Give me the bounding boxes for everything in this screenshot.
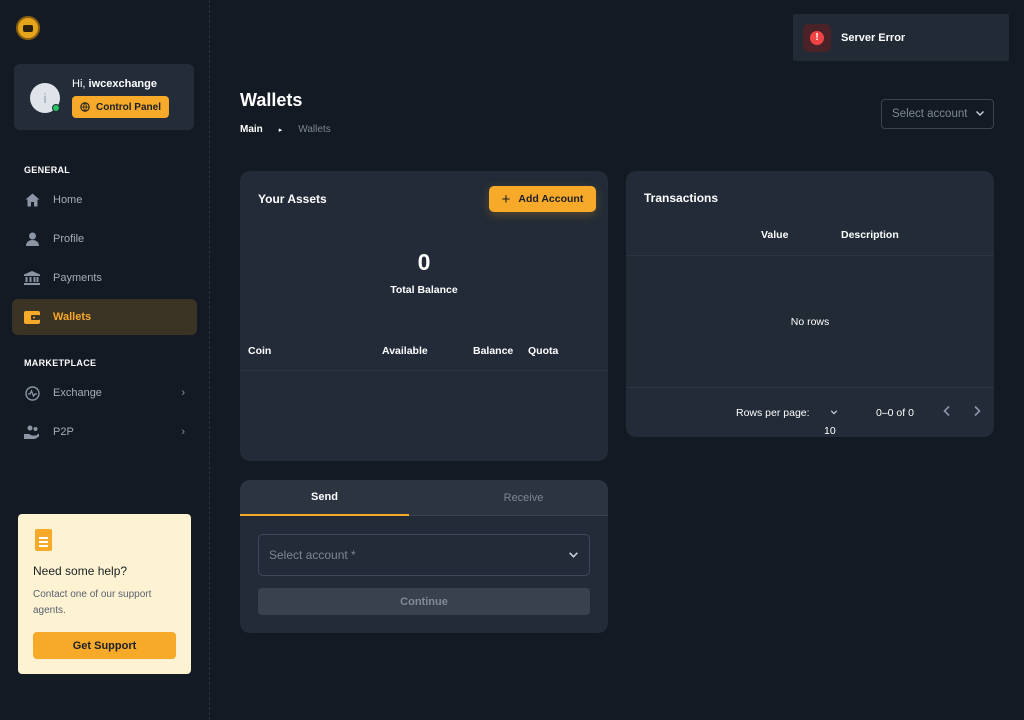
chevron-down-icon — [975, 108, 985, 121]
column-header[interactable]: Description — [841, 229, 899, 241]
sidebar-item-label: Payments — [53, 272, 102, 284]
document-icon — [35, 529, 52, 551]
plus-icon: + — [501, 190, 511, 208]
page-title: Wallets — [240, 90, 303, 110]
transactions-title: Transactions — [644, 191, 719, 205]
error-glyph: ! — [810, 30, 824, 45]
wallet-icon — [24, 309, 40, 325]
empty-text: No rows — [790, 315, 830, 328]
previous-page-icon[interactable] — [942, 405, 952, 420]
tab-send[interactable]: Send — [240, 480, 409, 516]
logo-icon[interactable] — [16, 16, 40, 40]
sidebar-item-wallets[interactable]: Wallets — [12, 299, 197, 335]
bank-icon — [24, 270, 40, 286]
breadcrumb-separator-icon: ▸ — [278, 126, 283, 134]
help-text: Contact one of our support agents. — [33, 589, 152, 616]
page-range: 0–0 of 0 — [876, 407, 914, 419]
sidebar-item-p2p[interactable]: P2P › — [12, 414, 197, 450]
total-balance-label: Total Balance — [390, 284, 458, 296]
rows-per-page-select[interactable]: 10 — [824, 407, 838, 437]
send-receive-tabs: Send Receive — [240, 480, 608, 516]
sidebar-item-home[interactable]: Home — [12, 182, 197, 218]
add-account-button[interactable]: + Add Account — [489, 186, 596, 212]
user-icon — [24, 231, 40, 247]
assets-table-header: Coin Available Balance Quota — [240, 343, 608, 371]
user-card: i Hi, iwcexchange Control Panel — [14, 64, 194, 130]
sidebar-item-label: P2P — [53, 426, 74, 438]
chevron-right-icon: › — [181, 426, 185, 438]
send-account-placeholder: Select account * — [269, 548, 356, 562]
transactions-empty-state: No rows — [626, 256, 994, 388]
tab-receive[interactable]: Receive — [439, 480, 608, 516]
total-balance-value: 0 — [417, 249, 431, 275]
sidebar-item-label: Wallets — [53, 311, 92, 323]
sidebar-item-label: Profile — [53, 233, 85, 245]
control-panel-button[interactable]: Control Panel — [72, 96, 169, 118]
rows-per-page-label: Rows per page: — [736, 407, 810, 419]
breadcrumb-current: Wallets — [298, 124, 331, 135]
control-panel-label: Control Panel — [95, 101, 161, 113]
user-greeting: Hi, iwcexchange — [72, 78, 157, 90]
account-select[interactable]: Select account — [881, 99, 994, 129]
sidebar: i Hi, iwcexchange Control Panel GENERAL … — [0, 0, 210, 720]
chevron-down-icon — [830, 410, 838, 415]
assets-title: Your Assets — [258, 192, 327, 206]
column-header[interactable]: Quota — [528, 345, 558, 357]
breadcrumb-main[interactable]: Main — [240, 124, 263, 135]
sidebar-item-profile[interactable]: Profile — [12, 221, 197, 257]
error-icon: ! — [803, 23, 831, 52]
next-page-icon[interactable] — [972, 405, 982, 420]
pagination: Rows per page: 10 0–0 of 0 — [626, 389, 994, 437]
assets-card: Your Assets + Add Account 0 Total Balanc… — [240, 171, 608, 461]
send-account-select[interactable]: Select account * — [258, 534, 590, 576]
get-support-button[interactable]: Get Support — [33, 632, 176, 659]
rows-per-page-value: 10 — [824, 425, 836, 437]
column-header[interactable]: Value — [761, 229, 788, 241]
help-title: Need some help? — [33, 564, 128, 578]
breadcrumb: Main ▸ Wallets — [240, 124, 331, 135]
column-header[interactable]: Coin — [248, 345, 271, 357]
chevron-down-icon — [568, 549, 579, 563]
username: iwcexchange — [88, 78, 157, 90]
continue-button[interactable]: Continue — [258, 588, 590, 615]
greeting-prefix: Hi, — [72, 78, 86, 90]
transactions-table-header: Value Description — [626, 227, 994, 256]
globe-icon — [80, 102, 90, 112]
sidebar-item-label: Exchange — [53, 387, 102, 399]
error-toast[interactable]: ! Server Error — [793, 14, 1009, 61]
help-card: Need some help? Contact one of our suppo… — [18, 514, 191, 674]
online-status-icon — [52, 104, 60, 112]
exchange-icon — [24, 385, 40, 401]
home-icon — [24, 192, 40, 208]
add-account-label: Add Account — [518, 193, 584, 205]
section-label-marketplace: MARKETPLACE — [24, 358, 97, 368]
sidebar-item-payments[interactable]: Payments — [12, 260, 197, 296]
avatar-initial: i — [43, 90, 47, 106]
chevron-right-icon: › — [181, 387, 185, 399]
p2p-icon — [24, 424, 40, 440]
account-select-placeholder: Select account — [892, 108, 968, 120]
toast-message: Server Error — [841, 31, 906, 44]
send-receive-card: Send Receive Select account * Continue — [240, 480, 608, 633]
sidebar-item-label: Home — [53, 194, 83, 206]
section-label-general: GENERAL — [24, 165, 71, 175]
transactions-card: Transactions Value Description No rows R… — [626, 171, 994, 437]
sidebar-item-exchange[interactable]: Exchange › — [12, 375, 197, 411]
column-header[interactable]: Available — [382, 345, 428, 357]
column-header[interactable]: Balance — [473, 345, 513, 357]
